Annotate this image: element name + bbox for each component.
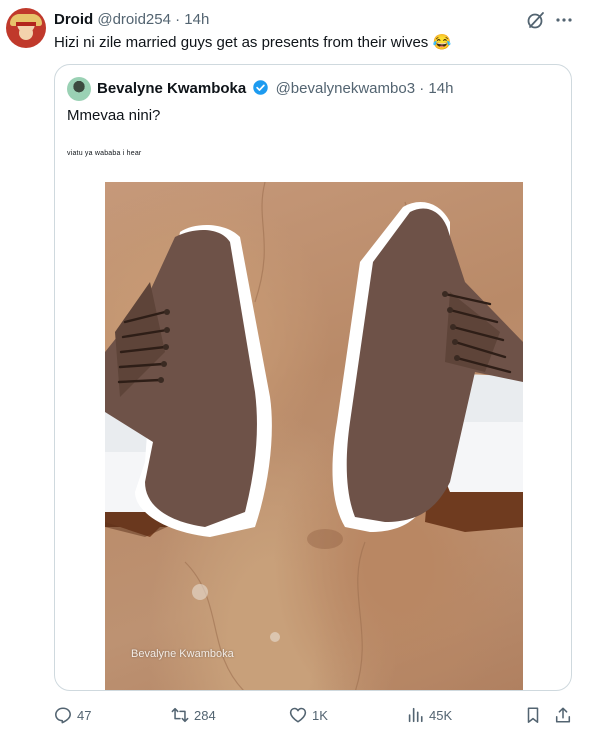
- author-name[interactable]: Droid: [54, 11, 93, 28]
- reply-button[interactable]: 47: [54, 704, 91, 726]
- share-button[interactable]: [554, 704, 577, 726]
- views-button[interactable]: 45K: [406, 704, 452, 726]
- photo-watermark: Bevalyne Kwamboka: [131, 648, 234, 660]
- tweet-time[interactable]: 14h: [184, 11, 209, 28]
- quoted-author-name[interactable]: Bevalyne Kwamboka: [97, 80, 246, 97]
- views-icon: [408, 707, 423, 723]
- retweet-count: 284: [194, 707, 216, 723]
- quoted-tweet-time[interactable]: 14h: [428, 80, 453, 97]
- views-count: 45K: [429, 707, 453, 723]
- avatar-face: [19, 26, 33, 40]
- quoted-image-caption: viatu ya wababa i hear: [67, 150, 142, 157]
- quoted-tweet-text: Mmevaa nini?: [67, 107, 161, 124]
- quoted-author-handle[interactable]: @bevalynekwambo3: [276, 80, 415, 97]
- bookmark-button[interactable]: [524, 704, 547, 726]
- author-avatar[interactable]: [6, 8, 46, 48]
- tweet-header: Droid @droid254 · 14h: [54, 10, 209, 30]
- quoted-tweet-photo[interactable]: Bevalyne Kwamboka: [105, 182, 523, 690]
- grok-icon[interactable]: [526, 10, 546, 30]
- reply-count: 47: [77, 707, 92, 723]
- like-count: 1K: [312, 707, 328, 723]
- author-handle[interactable]: @droid254: [97, 11, 171, 28]
- tweet-text: Hizi ni zile married guys get as present…: [54, 34, 452, 51]
- bookmark-icon: [527, 707, 539, 723]
- more-icon[interactable]: [554, 10, 574, 30]
- like-button[interactable]: 1K: [289, 704, 328, 726]
- retweet-icon: [171, 707, 189, 723]
- quoted-separator-dot: ·: [419, 80, 425, 97]
- share-icon: [555, 707, 571, 723]
- quoted-author-avatar[interactable]: [67, 77, 91, 101]
- like-icon: [289, 707, 307, 723]
- shoes-photo-illustration: [105, 182, 523, 690]
- quoted-tweet-header: Bevalyne Kwamboka @bevalynekwambo3 · 14h: [97, 79, 453, 99]
- retweet-button[interactable]: 284: [171, 704, 216, 726]
- separator-dot: ·: [175, 11, 181, 28]
- tweet-actions: 47 284 1K 45K: [54, 704, 574, 726]
- verified-badge-icon: [253, 80, 269, 95]
- reply-icon: [55, 707, 71, 724]
- quoted-tweet[interactable]: Bevalyne Kwamboka @bevalynekwambo3 · 14h…: [54, 64, 572, 691]
- tweet[interactable]: Droid @droid254 · 14h Hizi ni zile marri…: [0, 0, 599, 741]
